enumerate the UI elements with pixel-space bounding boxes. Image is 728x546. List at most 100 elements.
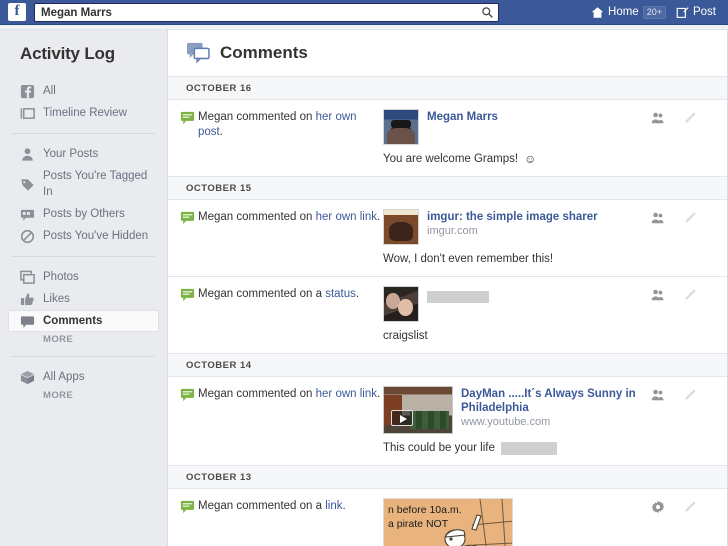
gear-icon[interactable]	[651, 500, 665, 514]
activity-row[interactable]: Megan commented on a status. craigslist	[168, 277, 727, 354]
comment-text: This could be your life	[383, 442, 495, 454]
desc-link-owner[interactable]: her own	[316, 111, 357, 123]
sidebar-item-posts-tagged-in[interactable]: Posts You're Tagged In	[8, 165, 159, 203]
status-attachment	[383, 286, 639, 322]
search-input[interactable]	[34, 3, 499, 22]
tag-icon	[21, 178, 34, 191]
activity-row[interactable]: Megan commented on her own link. imgur: …	[168, 200, 727, 277]
sidebar-item-your-posts[interactable]: Your Posts	[8, 143, 159, 165]
home-notification-badge: 20+	[642, 5, 666, 19]
comment-text-row: Wow, I don't even remember this!	[383, 252, 639, 267]
avatar[interactable]	[383, 109, 419, 145]
desc-link-target[interactable]: link	[360, 388, 377, 400]
play-icon[interactable]	[391, 410, 413, 426]
friends-icon[interactable]	[651, 388, 665, 402]
row-actions	[643, 386, 727, 456]
facebook-logo[interactable]: f	[8, 3, 26, 21]
sidebar-item-photos[interactable]: Photos	[8, 266, 159, 288]
sidebar-more-apps[interactable]: MORE	[8, 388, 159, 403]
page-body: Activity Log All Timeline Review Your Po…	[0, 30, 728, 546]
link-title[interactable]: imgur: the simple image sharer	[427, 210, 598, 224]
activity-description: Megan commented on her own post.	[198, 109, 383, 167]
activity-body: imgur: the simple image sharer imgur.com…	[383, 209, 643, 267]
pencil-icon[interactable]	[683, 288, 697, 302]
link-image-attachment[interactable]: n before 10a.m. a pirate NOT	[383, 498, 513, 546]
home-label: Home	[608, 6, 639, 18]
activity-row[interactable]: Megan commented on a link. n before 10a.…	[168, 489, 727, 546]
sidebar-divider	[12, 256, 155, 257]
sidebar-group-3: Photos Likes Comments MORE	[0, 266, 167, 347]
pirate-illustration	[444, 499, 512, 546]
desc-suffix: .	[342, 500, 346, 512]
link-thumbnail[interactable]	[383, 209, 419, 245]
comment-text-row: This could be your life	[383, 441, 639, 456]
link-title[interactable]: DayMan .....It´s Always Sunny in Philade…	[461, 387, 639, 415]
desc-suffix: .	[377, 388, 381, 400]
comment-text: You are welcome Gramps!	[383, 153, 519, 165]
sidebar-item-all[interactable]: All	[8, 80, 159, 102]
timeline-icon	[20, 107, 35, 119]
status-text: Megan Marrs	[427, 109, 498, 124]
desc-prefix: Megan commented on	[198, 111, 316, 123]
page-title: Activity Log	[20, 44, 115, 63]
sidebar-item-label: Posts You're Tagged In	[43, 170, 148, 198]
status-attachment: Megan Marrs	[383, 109, 639, 145]
pencil-icon[interactable]	[683, 388, 697, 402]
activity-row[interactable]: Megan commented on her own post. Megan M…	[168, 100, 727, 177]
activity-body: Megan Marrs You are welcome Gramps! ☺	[383, 109, 643, 167]
sidebar-item-label: All Apps	[43, 371, 85, 383]
sidebar-divider	[12, 356, 155, 357]
home-button[interactable]: Home 20+	[591, 5, 666, 19]
sidebar-item-likes[interactable]: Likes	[8, 288, 159, 310]
desc-prefix: Megan commented on	[198, 388, 316, 400]
comment-text-row: craigslist	[383, 329, 639, 344]
date-header: OCTOBER 14	[168, 354, 727, 377]
desc-suffix: .	[355, 288, 360, 300]
friends-icon[interactable]	[651, 111, 665, 125]
video-thumbnail[interactable]	[383, 386, 453, 434]
friends-icon[interactable]	[651, 288, 665, 302]
sidebar-item-label: Posts You've Hidden	[43, 230, 149, 242]
date-header: OCTOBER 13	[168, 466, 727, 489]
facebook-activity-log-page: f Home 20+ Post	[0, 0, 728, 546]
pencil-icon[interactable]	[683, 500, 697, 514]
desc-link-owner[interactable]: her own	[316, 388, 357, 400]
sidebar-item-comments[interactable]: Comments	[8, 310, 159, 332]
desc-suffix: .	[377, 211, 381, 223]
comment-green-icon	[180, 288, 195, 302]
sidebar-item-all-apps[interactable]: All Apps	[8, 366, 159, 388]
desc-link-target[interactable]: link	[360, 211, 377, 223]
sidebar-more-comments[interactable]: MORE	[8, 332, 159, 347]
author-name[interactable]: Megan Marrs	[427, 110, 498, 124]
home-icon	[591, 6, 604, 18]
desc-link-target[interactable]: link	[325, 500, 342, 512]
person-icon	[22, 147, 33, 161]
desc-link-target[interactable]: post	[198, 126, 220, 138]
activity-description: Megan commented on a status.	[198, 286, 383, 344]
desc-link-target[interactable]: status	[325, 288, 356, 300]
comment-green-icon	[180, 388, 195, 402]
avatar[interactable]	[383, 286, 419, 322]
sidebar-item-label: All	[43, 85, 56, 97]
link-attachment: imgur: the simple image sharer imgur.com	[383, 209, 639, 245]
comment-text: Wow, I don't even remember this!	[383, 253, 554, 265]
desc-prefix: Megan commented on	[198, 211, 316, 223]
activity-row[interactable]: Megan commented on her own link. DayMan …	[168, 377, 727, 466]
sidebar-divider	[12, 133, 155, 134]
pencil-icon[interactable]	[683, 111, 697, 125]
desc-link-owner[interactable]: her own	[316, 211, 357, 223]
sidebar-item-timeline-review[interactable]: Timeline Review	[8, 102, 159, 124]
sidebar-item-posts-hidden[interactable]: Posts You've Hidden	[8, 225, 159, 247]
top-nav-right: Home 20+ Post	[591, 5, 720, 19]
sidebar-item-label: Photos	[43, 271, 79, 283]
row-actions	[643, 209, 727, 267]
apps-box-icon	[20, 370, 35, 384]
pencil-icon[interactable]	[683, 211, 697, 225]
friends-icon[interactable]	[651, 211, 665, 225]
post-button[interactable]: Post	[676, 6, 716, 19]
content-title: Comments	[220, 43, 308, 62]
sidebar-item-posts-by-others[interactable]: Posts by Others	[8, 203, 159, 225]
story-icon-cell	[168, 286, 198, 344]
main-content: Comments OCTOBER 16 Megan commented on h…	[168, 30, 728, 546]
comment-icon	[20, 315, 35, 328]
